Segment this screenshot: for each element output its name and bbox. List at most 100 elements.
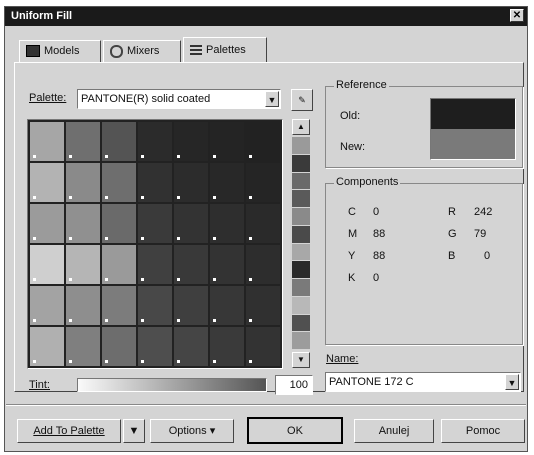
color-swatch[interactable] bbox=[102, 286, 136, 325]
color-swatch[interactable] bbox=[174, 245, 208, 284]
swatch-marker-icon bbox=[177, 237, 180, 240]
color-swatch[interactable] bbox=[138, 204, 172, 243]
swatch-marker-icon bbox=[213, 278, 216, 281]
swatch-marker-icon bbox=[249, 278, 252, 281]
tab-palettes[interactable]: Palettes bbox=[183, 37, 267, 63]
strip-swatch[interactable] bbox=[292, 314, 310, 333]
strip-swatch[interactable] bbox=[292, 296, 310, 315]
color-swatch[interactable] bbox=[102, 327, 136, 366]
color-swatch[interactable] bbox=[66, 245, 100, 284]
strip-swatch[interactable] bbox=[292, 332, 310, 350]
color-swatch[interactable] bbox=[66, 204, 100, 243]
scroll-down-button[interactable]: ▼ bbox=[292, 352, 310, 368]
color-swatch[interactable] bbox=[66, 163, 100, 202]
color-swatch[interactable] bbox=[174, 286, 208, 325]
color-swatch[interactable] bbox=[102, 122, 136, 161]
tint-input[interactable]: 100 bbox=[275, 375, 313, 395]
color-swatch[interactable] bbox=[246, 204, 280, 243]
color-swatch[interactable] bbox=[210, 122, 244, 161]
scroll-up-button[interactable]: ▲ bbox=[292, 119, 310, 135]
swatch-marker-icon bbox=[249, 196, 252, 199]
color-swatch[interactable] bbox=[66, 327, 100, 366]
color-swatch[interactable] bbox=[138, 286, 172, 325]
help-button[interactable]: Pomoc bbox=[441, 419, 525, 443]
name-select-value: PANTONE 172 C bbox=[329, 376, 414, 388]
color-swatch[interactable] bbox=[66, 286, 100, 325]
strip-swatch[interactable] bbox=[292, 243, 310, 262]
strip-swatch[interactable] bbox=[292, 154, 310, 173]
add-to-palette-button[interactable]: Add To Palette bbox=[17, 419, 121, 443]
close-button[interactable]: ✕ bbox=[510, 9, 524, 22]
color-swatch[interactable] bbox=[246, 122, 280, 161]
component-k-value: 0 bbox=[373, 272, 380, 284]
eyedropper-button[interactable]: ✎ bbox=[291, 89, 313, 111]
color-swatch[interactable] bbox=[246, 327, 280, 366]
color-swatch[interactable] bbox=[138, 245, 172, 284]
color-swatch[interactable] bbox=[66, 122, 100, 161]
color-swatch[interactable] bbox=[174, 204, 208, 243]
color-swatch[interactable] bbox=[30, 245, 64, 284]
component-g-value: 79 bbox=[474, 228, 487, 240]
swatch-marker-icon bbox=[213, 237, 216, 240]
color-swatch[interactable] bbox=[30, 286, 64, 325]
swatch-marker-icon bbox=[213, 360, 216, 363]
strip-swatch[interactable] bbox=[292, 172, 310, 191]
color-swatch[interactable] bbox=[30, 204, 64, 243]
color-swatch[interactable] bbox=[102, 204, 136, 243]
add-to-palette-menu-button[interactable]: ▼ bbox=[123, 419, 145, 443]
palette-select[interactable]: PANTONE(R) solid coated ▼ bbox=[77, 89, 281, 109]
color-swatch[interactable] bbox=[102, 245, 136, 284]
swatch-marker-icon bbox=[105, 360, 108, 363]
strip-swatch[interactable] bbox=[292, 261, 310, 279]
color-swatch[interactable] bbox=[210, 163, 244, 202]
swatch-marker-icon bbox=[69, 360, 72, 363]
close-icon: ✕ bbox=[512, 10, 522, 21]
divider bbox=[6, 404, 526, 406]
color-swatch[interactable] bbox=[210, 245, 244, 284]
eyedropper-icon: ✎ bbox=[298, 95, 306, 105]
strip-swatch[interactable] bbox=[292, 279, 310, 297]
color-swatch[interactable] bbox=[210, 327, 244, 366]
tint-slider[interactable] bbox=[77, 378, 267, 392]
color-swatch[interactable] bbox=[30, 163, 64, 202]
swatch-grid[interactable] bbox=[27, 119, 283, 369]
components-title: Components bbox=[334, 176, 401, 188]
swatch-marker-icon bbox=[141, 360, 144, 363]
strip-swatch[interactable] bbox=[292, 190, 310, 208]
chevron-down-icon[interactable]: ▼ bbox=[505, 374, 519, 390]
strip-swatch[interactable] bbox=[292, 225, 310, 244]
strip-swatch[interactable] bbox=[292, 137, 310, 155]
color-swatch[interactable] bbox=[138, 327, 172, 366]
swatch-marker-icon bbox=[141, 278, 144, 281]
palette-strip[interactable] bbox=[292, 137, 310, 350]
old-color-swatch bbox=[431, 99, 515, 129]
swatch-marker-icon bbox=[33, 237, 36, 240]
component-m: M bbox=[348, 228, 358, 240]
color-swatch[interactable] bbox=[174, 163, 208, 202]
color-swatch[interactable] bbox=[246, 286, 280, 325]
color-swatch[interactable] bbox=[174, 122, 208, 161]
color-swatch[interactable] bbox=[246, 163, 280, 202]
swatch-marker-icon bbox=[213, 155, 216, 158]
color-swatch[interactable] bbox=[102, 163, 136, 202]
color-swatch[interactable] bbox=[138, 163, 172, 202]
swatch-marker-icon bbox=[69, 196, 72, 199]
cancel-button[interactable]: Anulej bbox=[354, 419, 434, 443]
swatch-marker-icon bbox=[177, 319, 180, 322]
name-select[interactable]: PANTONE 172 C ▼ bbox=[325, 372, 521, 392]
chevron-down-icon[interactable]: ▼ bbox=[265, 91, 279, 107]
color-swatch[interactable] bbox=[174, 327, 208, 366]
color-swatch[interactable] bbox=[210, 286, 244, 325]
tab-models[interactable]: Models bbox=[19, 40, 101, 62]
color-swatch[interactable] bbox=[30, 327, 64, 366]
color-swatch[interactable] bbox=[138, 122, 172, 161]
color-swatch[interactable] bbox=[210, 204, 244, 243]
swatch-marker-icon bbox=[213, 196, 216, 199]
color-swatch[interactable] bbox=[30, 122, 64, 161]
color-swatch[interactable] bbox=[246, 245, 280, 284]
title-bar: Uniform Fill ✕ bbox=[5, 7, 527, 26]
options-button[interactable]: Options ▾ bbox=[150, 419, 234, 443]
strip-swatch[interactable] bbox=[292, 208, 310, 226]
tab-mixers[interactable]: Mixers bbox=[103, 40, 181, 62]
ok-button[interactable]: OK bbox=[247, 417, 343, 444]
